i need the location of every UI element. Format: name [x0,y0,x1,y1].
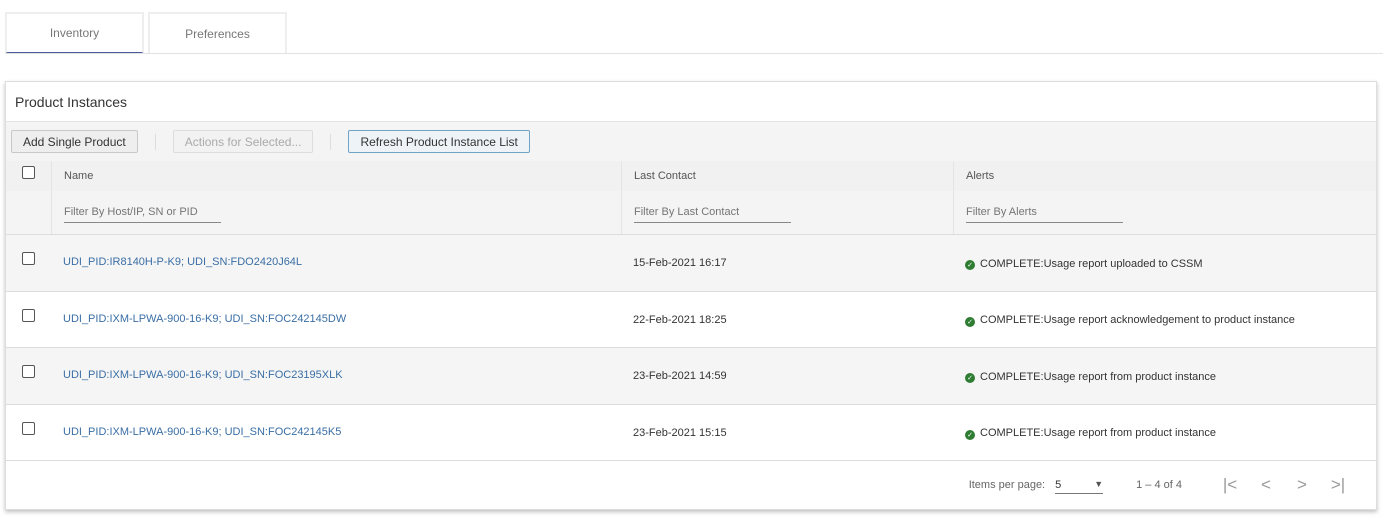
toolbar: Add Single Product Actions for Selected.… [6,122,1376,161]
filter-alerts-cell [953,191,1376,234]
last-contact-value: 15-Feb-2021 16:17 [633,257,727,269]
page-range: 1 – 4 of 4 [1136,479,1182,491]
check-circle-icon: ✓ [965,260,975,270]
actions-for-selected-button[interactable]: Actions for Selected... [172,130,314,153]
last-contact-cell: 22-Feb-2021 18:25 [621,292,953,348]
row-checkbox-cell [6,235,51,291]
alerts-cell: ✓ COMPLETE:Usage report from product inst… [953,405,1376,461]
refresh-list-button[interactable]: Refresh Product Instance List [348,130,530,153]
row-checkbox-cell [6,405,51,461]
first-page-icon[interactable]: |< [1212,475,1248,495]
previous-page-icon[interactable]: < [1248,475,1284,495]
alert-text: COMPLETE:Usage report uploaded to CSSM [980,257,1203,270]
table-row: UDI_PID:IXM-LPWA-900-16-K9; UDI_SN:FOC24… [6,292,1376,348]
last-contact-value: 23-Feb-2021 14:59 [633,370,727,382]
alerts-cell: ✓ COMPLETE:Usage report acknowledgement t… [953,292,1376,348]
alert-text: COMPLETE:Usage report acknowledgement to… [980,314,1295,326]
last-contact-cell: 23-Feb-2021 15:15 [621,405,953,461]
toolbar-separator [330,133,332,150]
row-checkbox-cell [6,292,51,348]
check-circle-icon: ✓ [965,373,975,383]
last-contact-value: 23-Feb-2021 15:15 [633,426,727,439]
filter-spacer [6,191,51,234]
filter-alerts-input[interactable] [966,202,1123,223]
column-alerts[interactable]: Alerts [953,161,1376,191]
filter-name-input[interactable] [64,202,221,223]
tab-divider [5,53,1383,54]
row-checkbox[interactable] [22,252,35,265]
product-instances-card: Product Instances Add Single Product Act… [5,81,1377,510]
last-contact-cell: 15-Feb-2021 16:17 [621,235,953,291]
last-contact-cell: 23-Feb-2021 14:59 [621,348,953,404]
check-circle-icon: ✓ [965,429,975,440]
table-body: UDI_PID:IR8140H-P-K9; UDI_SN:FDO2420J64L… [6,235,1376,461]
last-contact-value: 22-Feb-2021 18:25 [633,313,727,326]
alert-text: COMPLETE:Usage report from product insta… [980,427,1216,439]
tab-preferences[interactable]: Preferences [148,12,287,54]
row-checkbox[interactable] [22,308,35,322]
name-cell: UDI_PID:IXM-LPWA-900-16-K9; UDI_SN:FOC24… [51,405,621,461]
row-checkbox[interactable] [22,365,35,378]
toolbar-separator [154,133,156,150]
filter-row [6,191,1376,235]
filter-last-contact-input[interactable] [634,202,791,223]
row-checkbox[interactable] [22,421,35,435]
tab-inventory[interactable]: Inventory [5,12,144,54]
product-instance-link[interactable]: UDI_PID:IXM-LPWA-900-16-K9; UDI_SN:FOC24… [63,426,341,438]
items-per-page-value: 5 [1055,478,1062,491]
items-per-page-select[interactable]: 5 ▼ [1055,477,1104,494]
column-last-contact[interactable]: Last Contact [621,161,953,191]
table-row: UDI_PID:IR8140H-P-K9; UDI_SN:FDO2420J64L… [6,235,1376,292]
alerts-cell: ✓ COMPLETE:Usage report from product inst… [953,348,1376,404]
name-cell: UDI_PID:IR8140H-P-K9; UDI_SN:FDO2420J64L [51,235,621,291]
header-checkbox-cell [6,161,51,191]
add-single-product-button[interactable]: Add Single Product [11,130,138,153]
check-circle-icon: ✓ [965,316,975,327]
column-name[interactable]: Name [51,161,621,191]
name-cell: UDI_PID:IXM-LPWA-900-16-K9; UDI_SN:FOC24… [51,292,621,348]
alert-text: COMPLETE:Usage report from product insta… [980,370,1216,383]
table-row: UDI_PID:IXM-LPWA-900-16-K9; UDI_SN:FOC24… [6,405,1376,461]
name-cell: UDI_PID:IXM-LPWA-900-16-K9; UDI_SN:FOC23… [51,348,621,404]
product-instance-link[interactable]: UDI_PID:IR8140H-P-K9; UDI_SN:FDO2420J64L [63,256,302,268]
select-all-checkbox[interactable] [22,166,35,179]
table-header: Name Last Contact Alerts [6,161,1376,191]
last-page-icon[interactable]: >| [1320,475,1356,495]
card-title: Product Instances [6,82,1376,122]
product-instance-link[interactable]: UDI_PID:IXM-LPWA-900-16-K9; UDI_SN:FOC23… [63,369,343,381]
row-checkbox-cell [6,348,51,404]
tab-bar: Inventory Preferences [5,12,287,54]
filter-name-cell [51,191,621,234]
next-page-icon[interactable]: > [1284,475,1320,495]
paginator: Items per page: 5 ▼ 1 – 4 of 4 |< < > >| [6,461,1376,509]
chevron-down-icon: ▼ [1094,478,1104,489]
filter-last-contact-cell [621,191,953,234]
alerts-cell: ✓ COMPLETE:Usage report uploaded to CSSM [953,235,1376,291]
product-instance-link[interactable]: UDI_PID:IXM-LPWA-900-16-K9; UDI_SN:FOC24… [63,313,346,325]
table-row: UDI_PID:IXM-LPWA-900-16-K9; UDI_SN:FOC23… [6,348,1376,405]
items-per-page-label: Items per page: [968,479,1046,491]
